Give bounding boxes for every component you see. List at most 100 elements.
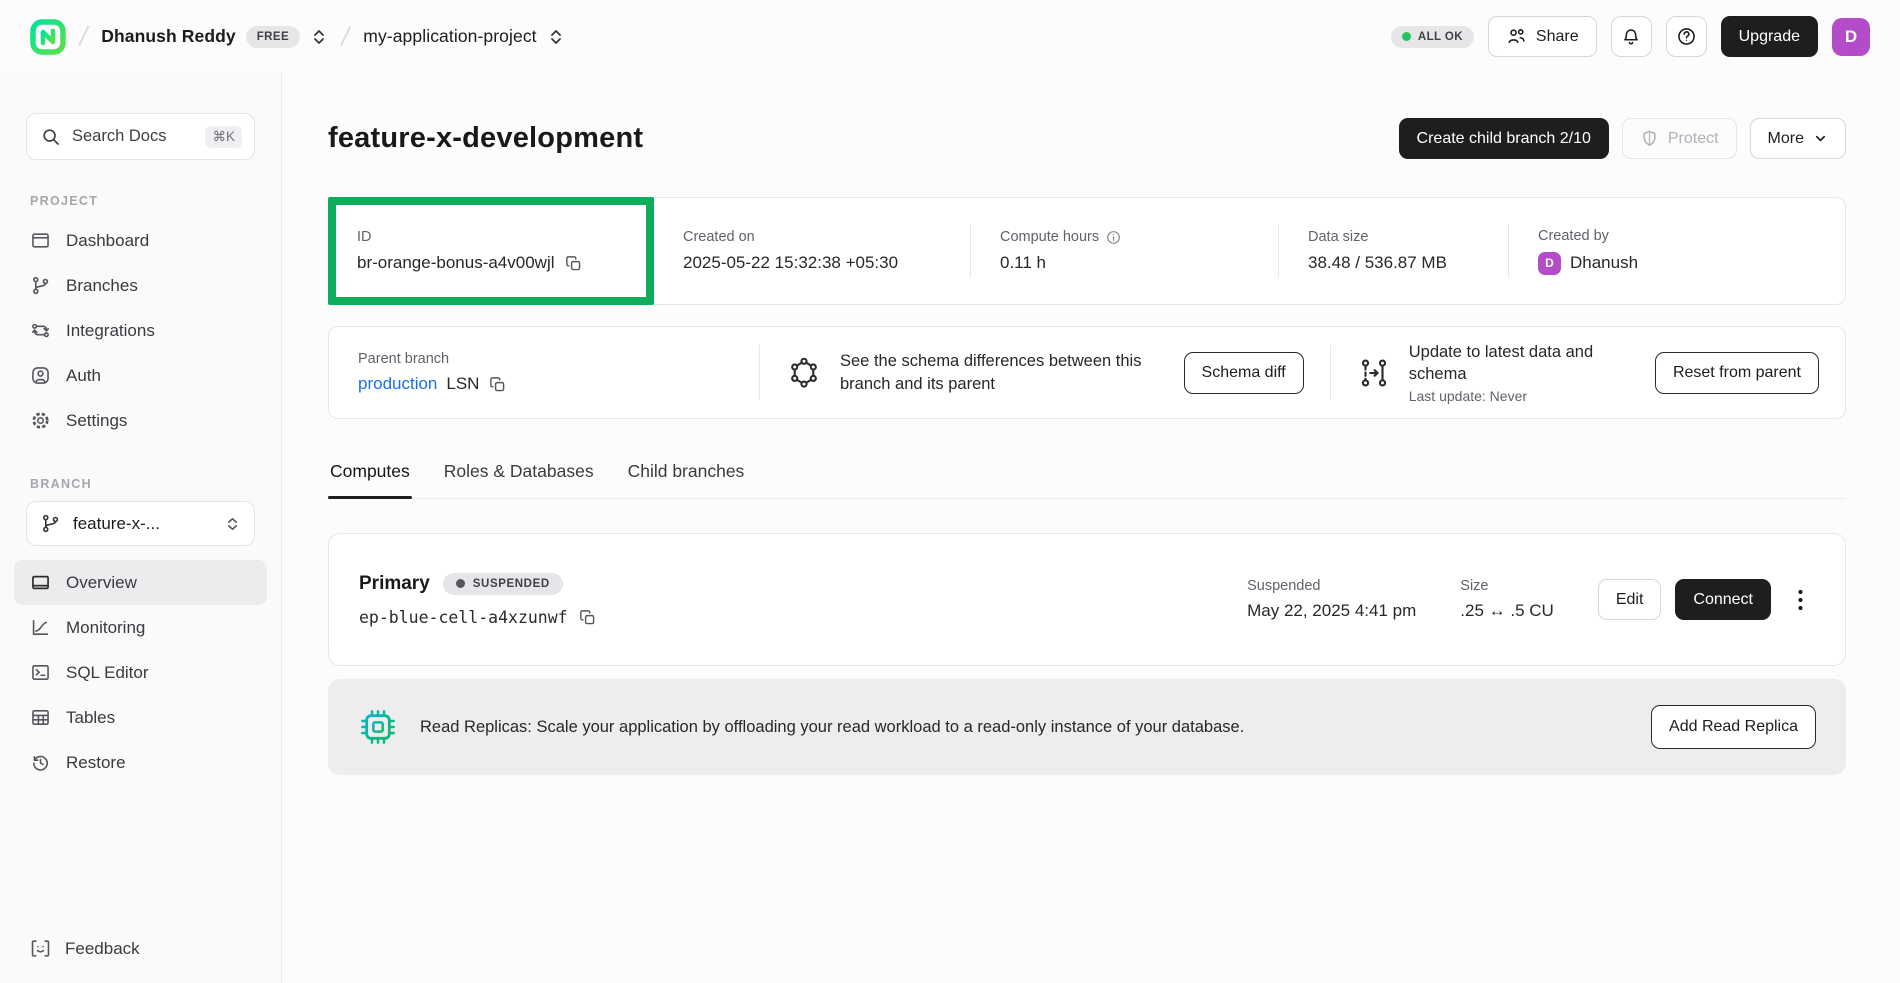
compute-hours-block: Compute hours 0.11 h [971, 198, 1278, 304]
sidebar-item-monitoring[interactable]: Monitoring [14, 605, 267, 650]
sidebar-item-restore[interactable]: Restore [14, 740, 267, 785]
kebab-menu-icon[interactable] [1785, 579, 1815, 620]
shield-icon [1640, 129, 1659, 148]
sidebar-item-label: Integrations [66, 321, 155, 341]
created-by-value: Dhanush [1570, 253, 1638, 273]
chevron-updown-icon[interactable] [310, 27, 328, 47]
sidebar-item-branches[interactable]: Branches [14, 263, 267, 308]
branch-section-heading: BRANCH [30, 477, 281, 491]
size-block: Size .25 ↔ .5 CU [1460, 578, 1554, 621]
sidebar-item-label: Dashboard [66, 231, 149, 251]
sidebar-item-tables[interactable]: Tables [14, 695, 267, 740]
lsn-label: LSN [446, 374, 479, 394]
user-squircle-icon [30, 365, 51, 386]
window-icon [30, 572, 51, 593]
suspended-block: Suspended May 22, 2025 4:41 pm [1247, 578, 1416, 621]
main-content: feature-x-development Create child branc… [282, 73, 1900, 775]
parent-branch-link[interactable]: production [358, 374, 437, 394]
feedback-button[interactable]: Feedback [30, 938, 140, 959]
created-on-block: Created on 2025-05-22 15:32:38 +05:30 [654, 198, 970, 304]
sidebar-item-integrations[interactable]: Integrations [14, 308, 267, 353]
feedback-label: Feedback [65, 939, 140, 959]
compute-status-badge: SUSPENDED [443, 573, 563, 595]
chart-line-icon [30, 617, 51, 638]
search-icon [41, 127, 61, 147]
copy-icon[interactable] [488, 375, 507, 394]
tab-child-branches[interactable]: Child branches [626, 461, 747, 498]
create-child-branch-button[interactable]: Create child branch 2/10 [1399, 118, 1609, 159]
tab-computes[interactable]: Computes [328, 461, 412, 498]
page-title: feature-x-development [328, 122, 643, 155]
cpu-chip-icon [358, 707, 398, 747]
sidebar-item-label: SQL Editor [66, 663, 149, 683]
sidebar-item-overview[interactable]: Overview [14, 560, 267, 605]
branch-selector-value: feature-x-... [73, 514, 212, 534]
share-button[interactable]: Share [1488, 16, 1597, 57]
git-branch-icon [40, 513, 61, 534]
schema-diff-text: See the schema differences between this … [840, 350, 1158, 395]
info-icon[interactable] [1106, 230, 1121, 245]
org-name: Dhanush Reddy [101, 26, 236, 47]
data-size-label: Data size [1308, 229, 1508, 245]
sidebar-item-label: Auth [66, 366, 101, 386]
compute-hours-value: 0.11 h [1000, 253, 1278, 273]
schema-icon [786, 355, 822, 391]
created-on-value: 2025-05-22 15:32:38 +05:30 [683, 253, 970, 273]
search-docs-input[interactable]: Search Docs ⌘K [26, 113, 255, 160]
sidebar-item-label: Branches [66, 276, 138, 296]
branch-info-card: ID br-orange-bonus-a4v00wjl Created on 2… [328, 197, 1846, 305]
org-breadcrumb[interactable]: Dhanush Reddy FREE [101, 26, 328, 48]
project-breadcrumb[interactable]: my-application-project [363, 26, 564, 47]
update-text: Update to latest data and schema [1409, 341, 1637, 386]
help-icon [1676, 26, 1697, 47]
branch-tabs: Computes Roles & Databases Child branche… [328, 461, 1846, 499]
upgrade-button[interactable]: Upgrade [1721, 16, 1818, 57]
window-icon [30, 230, 51, 251]
compute-name: Primary [359, 573, 430, 595]
status-ok-dot [1402, 32, 1411, 41]
compute-hours-label: Compute hours [1000, 229, 1099, 245]
protect-button-label: Protect [1668, 130, 1719, 148]
copy-icon[interactable] [578, 608, 597, 627]
tab-roles-databases[interactable]: Roles & Databases [442, 461, 596, 498]
topbar: / Dhanush Reddy FREE / my-application-pr… [0, 0, 1900, 73]
sidebar-item-dashboard[interactable]: Dashboard [14, 218, 267, 263]
table-grid-icon [30, 707, 51, 728]
breadcrumb: / Dhanush Reddy FREE / my-application-pr… [30, 19, 565, 55]
help-button[interactable] [1666, 16, 1707, 57]
sidebar-item-settings[interactable]: Settings [14, 398, 267, 443]
project-name: my-application-project [363, 26, 536, 47]
notifications-button[interactable] [1611, 16, 1652, 57]
protect-button[interactable]: Protect [1622, 118, 1737, 159]
chevron-updown-icon[interactable] [547, 27, 565, 47]
read-replica-text: Read Replicas: Scale your application by… [420, 718, 1629, 737]
created-by-block: Created by D Dhanush [1509, 198, 1845, 304]
schema-diff-button[interactable]: Schema diff [1184, 352, 1304, 394]
endpoint-id: ep-blue-cell-a4xzunwf [359, 608, 568, 627]
history-clock-icon [30, 752, 51, 773]
add-read-replica-button[interactable]: Add Read Replica [1651, 705, 1816, 749]
parent-branch-card: Parent branch production LSN [328, 326, 1846, 419]
sidebar-item-sql-editor[interactable]: SQL Editor [14, 650, 267, 695]
compute-card: Primary SUSPENDED ep-blue-cell-a4xzunwf … [328, 533, 1846, 666]
chevron-down-icon [1813, 131, 1828, 146]
created-on-label: Created on [683, 229, 970, 245]
compute-status-label: SUSPENDED [473, 578, 550, 590]
share-button-label: Share [1536, 28, 1579, 46]
created-by-label: Created by [1538, 228, 1845, 244]
reset-from-parent-button[interactable]: Reset from parent [1655, 352, 1819, 394]
people-icon [1506, 26, 1527, 47]
chevron-updown-icon [224, 514, 241, 534]
search-shortcut-kbd: ⌘K [205, 126, 242, 148]
connect-button[interactable]: Connect [1675, 579, 1771, 620]
sidebar-item-auth[interactable]: Auth [14, 353, 267, 398]
branch-selector[interactable]: feature-x-... [26, 501, 255, 546]
parent-branch-block: Parent branch production LSN [329, 351, 759, 394]
user-avatar[interactable]: D [1832, 18, 1870, 56]
neon-logo-icon[interactable] [30, 19, 66, 55]
suspended-value: May 22, 2025 4:41 pm [1247, 601, 1416, 621]
copy-icon[interactable] [564, 254, 583, 273]
more-button[interactable]: More [1750, 118, 1846, 159]
data-size-value: 38.48 / 536.87 MB [1308, 253, 1508, 273]
edit-button[interactable]: Edit [1598, 579, 1662, 620]
